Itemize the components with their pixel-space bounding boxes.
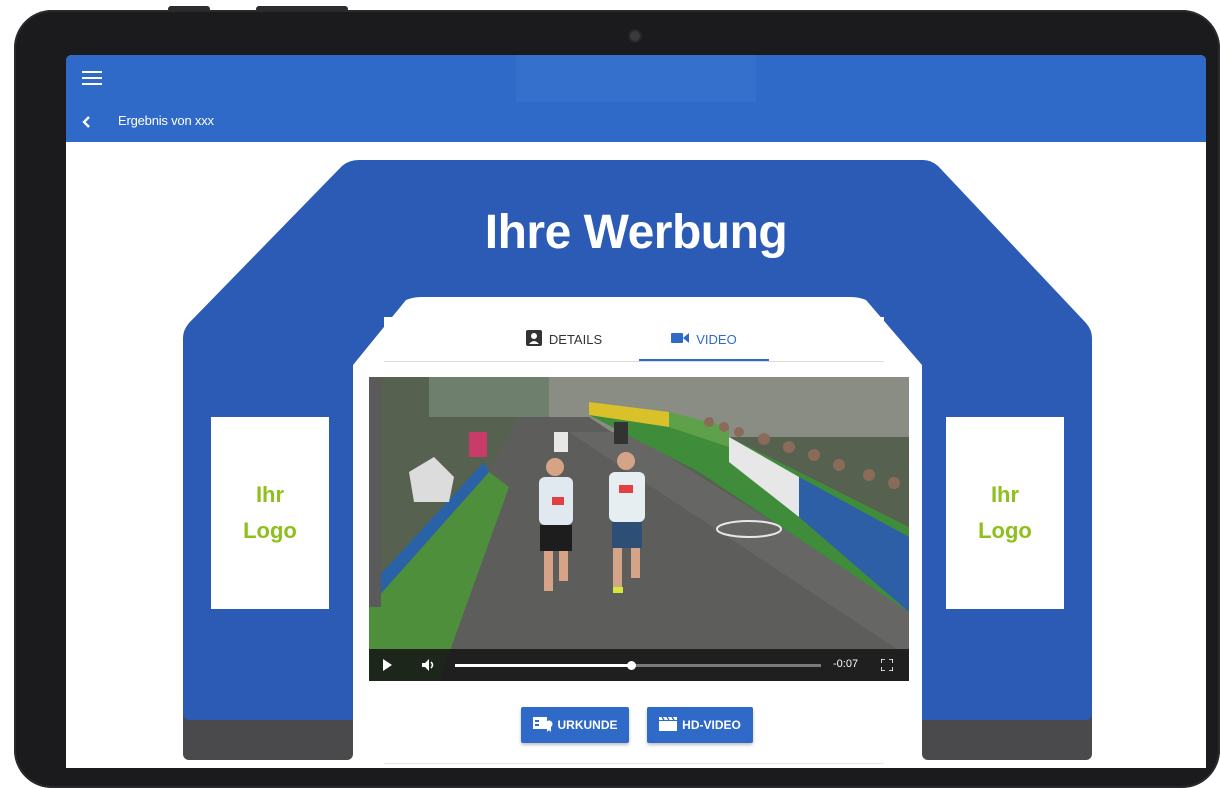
video-progress-fill xyxy=(455,664,631,667)
card-divider xyxy=(384,763,884,764)
active-tab-indicator xyxy=(639,359,769,361)
video-controls: -0:07 xyxy=(369,649,909,681)
tab-label: VIDEO xyxy=(696,331,737,347)
sponsor-logo-placeholder-right: Ihr Logo xyxy=(946,417,1064,609)
finish-line-video-player[interactable]: -0:07 xyxy=(369,377,909,681)
certificate-icon xyxy=(532,716,553,735)
clapperboard-icon xyxy=(659,716,678,734)
logo-text-line2: Logo xyxy=(978,518,1032,543)
volume-icon[interactable] xyxy=(421,658,437,672)
hd-video-button-label: HD-VIDEO xyxy=(682,718,741,732)
certificate-button[interactable]: URKUNDE xyxy=(521,707,629,743)
logo-text-line2: Logo xyxy=(243,518,297,543)
logo-text-line1: Ihr xyxy=(990,482,1020,507)
tablet-frame: Ergebnis von xxx Ihre Werbung Ihr Logo I… xyxy=(14,10,1220,788)
video-frame-runners xyxy=(369,377,909,681)
fullscreen-icon[interactable] xyxy=(880,658,894,672)
tab-details[interactable]: DETAILS xyxy=(504,317,624,361)
logo-text-line1: Ihr xyxy=(255,482,285,507)
play-icon[interactable] xyxy=(383,659,392,671)
tab-bar: DETAILS VIDEO xyxy=(384,317,884,362)
sponsor-logo-placeholder-left: Ihr Logo xyxy=(211,417,329,609)
certificate-button-label: URKUNDE xyxy=(557,718,618,732)
result-card: DETAILS VIDEO -0:07 URKUNDE HD-VIDEO xyxy=(369,317,909,768)
video-progress-bar[interactable] xyxy=(455,661,821,670)
front-camera xyxy=(630,31,640,41)
advertising-headline: Ihre Werbung xyxy=(484,206,788,259)
tab-label: DETAILS xyxy=(548,331,603,347)
person-card-icon xyxy=(525,329,542,349)
hd-video-button[interactable]: HD-VIDEO xyxy=(647,707,753,743)
video-progress-knob[interactable] xyxy=(626,661,636,670)
app-screen: Ergebnis von xxx Ihre Werbung Ihr Logo I… xyxy=(66,55,1206,768)
tab-video[interactable]: VIDEO xyxy=(639,317,769,361)
videocam-icon xyxy=(671,332,690,347)
time-remaining: -0:07 xyxy=(833,658,859,670)
